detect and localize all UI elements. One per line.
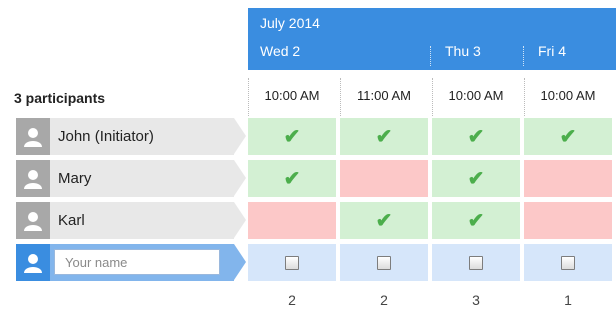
person-icon: [16, 244, 50, 281]
vote-count: 3: [472, 292, 480, 308]
person-icon: [16, 202, 50, 239]
checkmark-icon: ✔: [467, 167, 485, 190]
vote-cell-yes: ✔: [432, 202, 520, 239]
vote-cell-yes: ✔: [340, 118, 428, 155]
day-header-thu: Thu 3: [445, 43, 481, 59]
checkmark-icon: ✔: [559, 125, 577, 148]
vote-cell-no: [524, 202, 612, 239]
new-vote-cell: [248, 244, 336, 281]
person-icon: [16, 118, 50, 155]
participant-name: John (Initiator): [58, 128, 154, 145]
vote-cell-no: [524, 160, 612, 197]
vote-cell-yes: ✔: [340, 202, 428, 239]
vote-checkbox[interactable]: [469, 255, 483, 270]
vote-count: 1: [564, 292, 572, 308]
day-header-fri: Fri 4: [538, 43, 566, 59]
participant-row: Karl: [16, 202, 246, 239]
participants-count: 3 participants: [14, 90, 106, 106]
checkmark-icon: ✔: [467, 125, 485, 148]
vote-checkbox[interactable]: [377, 255, 391, 270]
checkmark-icon: ✔: [467, 209, 485, 232]
vote-cell-yes: ✔: [248, 118, 336, 155]
day-divider: [523, 46, 524, 66]
person-icon: [16, 160, 50, 197]
day-header-wed: Wed 2: [260, 43, 301, 59]
vote-cell-no: [340, 160, 428, 197]
time-slot: 10:00 AM: [448, 88, 504, 103]
new-vote-cell: [340, 244, 428, 281]
vote-cell-yes: ✔: [248, 160, 336, 197]
checkmark-icon: ✔: [283, 125, 301, 148]
vote-count: 2: [288, 292, 296, 308]
vote-cell-yes: ✔: [432, 118, 520, 155]
day-divider: [430, 46, 431, 66]
month-label: July 2014: [260, 15, 320, 31]
checkmark-icon: ✔: [375, 209, 393, 232]
new-vote-cell: [524, 244, 612, 281]
participant-name: Mary: [58, 170, 92, 187]
participant-row: John (Initiator): [16, 118, 246, 155]
new-vote-cell: [432, 244, 520, 281]
vote-cell-no: [248, 202, 336, 239]
checkmark-icon: ✔: [375, 125, 393, 148]
participant-row: Mary: [16, 160, 246, 197]
vote-cell-yes: ✔: [524, 118, 612, 155]
vote-checkbox[interactable]: [285, 255, 299, 270]
your-name-input[interactable]: [54, 249, 220, 275]
vote-checkbox[interactable]: [561, 255, 575, 270]
checkmark-icon: ✔: [283, 167, 301, 190]
new-participant-row: [16, 244, 246, 281]
time-slot: 11:00 AM: [357, 88, 411, 103]
time-slot: 10:00 AM: [540, 88, 596, 103]
vote-cell-yes: ✔: [432, 160, 520, 197]
vote-count: 2: [380, 292, 388, 308]
participant-name: Karl: [58, 212, 85, 229]
time-slot: 10:00 AM: [264, 88, 320, 103]
